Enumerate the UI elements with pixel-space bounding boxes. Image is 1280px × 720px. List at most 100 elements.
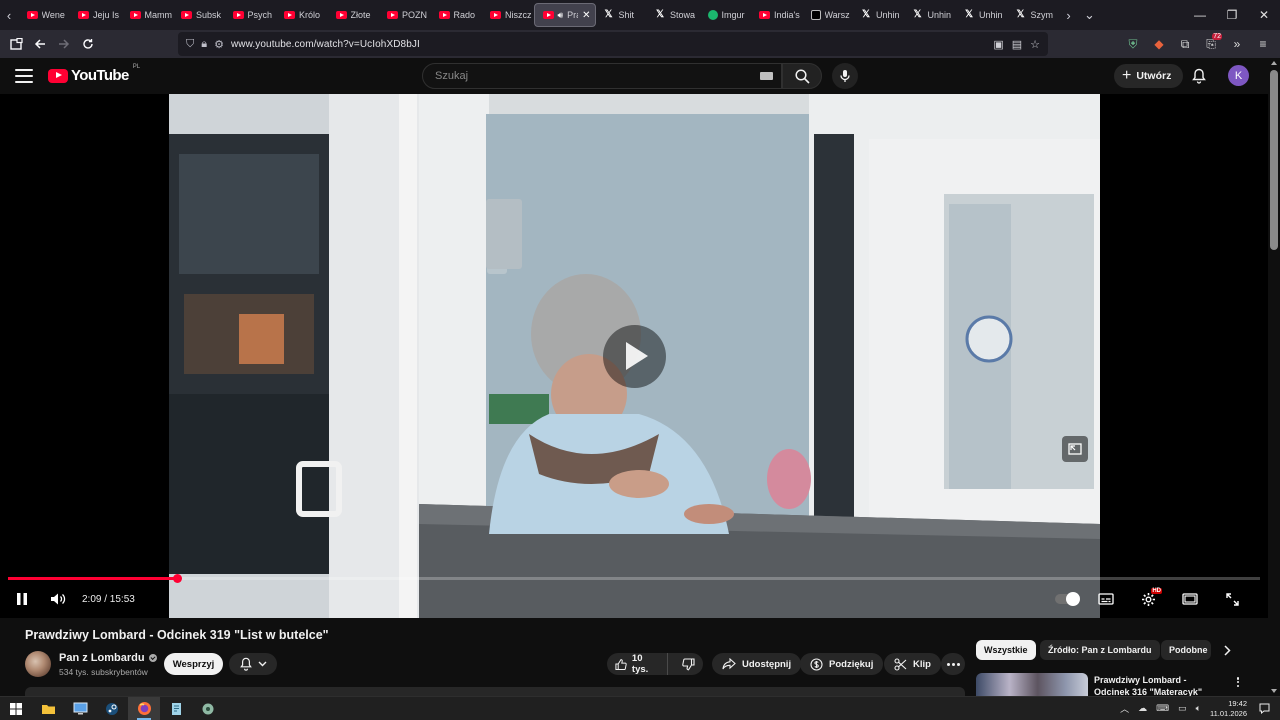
back-button[interactable] — [28, 32, 52, 56]
browser-tab[interactable]: Imgur — [700, 3, 751, 27]
center-play-button[interactable] — [603, 325, 666, 388]
search-input[interactable]: Szukaj — [422, 63, 782, 89]
browser-tab[interactable]: 𝕏 Stowa — [648, 3, 699, 27]
miniplayer-button[interactable] — [1062, 436, 1088, 462]
fullscreen-button[interactable] — [1218, 588, 1246, 610]
tracking-protection-icon[interactable]: ⛉ — [186, 38, 194, 51]
thanks-button[interactable]: Podziękuj — [800, 653, 884, 675]
taskbar-file-explorer[interactable] — [32, 697, 64, 720]
channel-avatar[interactable] — [25, 651, 51, 677]
browser-tab[interactable]: 𝕏 Shit — [597, 3, 648, 27]
taskbar-app-settings[interactable] — [192, 697, 224, 720]
reader-view-icon[interactable]: ▤ — [1012, 38, 1022, 51]
bookmark-star-icon[interactable]: ☆ — [1030, 38, 1040, 51]
keyboard-icon[interactable] — [760, 72, 773, 80]
app-menu-icon[interactable]: ≡ — [1252, 33, 1274, 55]
taskbar-app-notes[interactable] — [160, 697, 192, 720]
support-button[interactable]: Wesprzyj — [164, 653, 223, 675]
dislike-button[interactable] — [674, 653, 703, 675]
browser-tab[interactable]: 𝕏 Unhin — [906, 3, 957, 27]
close-tab-icon[interactable]: ✕ — [582, 10, 594, 21]
notifications-extension-icon[interactable]: ⎘ 72 — [1200, 33, 1222, 55]
channel-name[interactable]: Pan z Lombardu — [59, 652, 145, 664]
sidebar-toggle-button[interactable] — [4, 32, 28, 56]
subscription-notifications-button[interactable] — [229, 653, 277, 675]
channel-name-link[interactable]: Pan z Lombardu — [59, 652, 157, 664]
progress-scrubber-handle[interactable] — [173, 574, 183, 583]
picture-in-picture-icon[interactable]: ▣ — [993, 38, 1003, 51]
address-bar[interactable]: ⛉ 🔒︎ ⚙︎ www.youtube.com/watch?v=UcIohXD8… — [178, 32, 1048, 56]
progress-bar[interactable] — [8, 574, 1260, 583]
description-box[interactable] — [25, 687, 965, 696]
recommended-more-button[interactable] — [1232, 675, 1244, 689]
browser-tab[interactable]: 𝕏 Unhin — [854, 3, 905, 27]
network-icon[interactable]: ⌨ — [1156, 703, 1169, 714]
settings-button[interactable]: HD — [1134, 588, 1162, 610]
browser-tab[interactable]: POZN — [379, 3, 430, 27]
overflow-chevron-icon[interactable]: » — [1226, 33, 1248, 55]
recommended-video-title[interactable]: Prawdziwy Lombard - Odcinek 316 "Materac… — [1094, 674, 1222, 696]
minimize-button[interactable]: — — [1184, 0, 1216, 30]
permissions-icon[interactable]: ⚙︎ — [214, 38, 224, 51]
volume-button[interactable] — [44, 588, 72, 610]
url-text[interactable]: www.youtube.com/watch?v=UcIohXD8bJI — [231, 39, 420, 50]
clip-button[interactable]: Klip — [884, 653, 941, 675]
account-avatar[interactable]: K — [1228, 65, 1249, 86]
chip-related[interactable]: Podobne — [1161, 640, 1211, 660]
speaker-icon[interactable]: 🔊︎ — [558, 10, 564, 21]
fox-extension-icon[interactable]: ◆ — [1148, 33, 1170, 55]
chip-from-channel[interactable]: Źródło: Pan z Lombardu — [1040, 640, 1160, 660]
scrollbar-thumb[interactable] — [1270, 70, 1278, 250]
notification-center-button[interactable] — [1256, 701, 1272, 717]
browser-tab[interactable]: 𝕏 Szym — [1009, 3, 1060, 27]
taskbar-app-monitor[interactable] — [64, 697, 96, 720]
create-button[interactable]: + Utwórz — [1114, 64, 1184, 88]
search-button[interactable] — [782, 63, 822, 89]
browser-tab[interactable]: 🔊︎Pra ✕ — [533, 3, 596, 27]
autoplay-toggle[interactable] — [1054, 588, 1082, 610]
browser-tab[interactable]: Niszcz — [482, 3, 533, 27]
notifications-button[interactable] — [1189, 66, 1209, 86]
recommended-video-thumbnail[interactable] — [976, 673, 1088, 696]
browser-tab[interactable]: Psych — [225, 3, 276, 27]
list-all-tabs-button[interactable]: ⌄ — [1078, 0, 1102, 30]
tray-overflow-chevron-icon[interactable]: ︿ — [1120, 702, 1129, 715]
subtitles-button[interactable] — [1092, 588, 1120, 610]
browser-tab[interactable]: Jeju Is — [70, 3, 121, 27]
hamburger-menu-icon[interactable] — [14, 66, 34, 86]
scroll-down-arrow-icon[interactable] — [1271, 689, 1277, 693]
browser-tab[interactable]: Subsk — [173, 3, 224, 27]
page-scrollbar[interactable] — [1268, 58, 1280, 696]
lock-icon[interactable]: 🔒︎ — [201, 38, 207, 51]
shield-extension-icon[interactable]: ⛨ — [1122, 33, 1144, 55]
like-button[interactable]: 10 tys. — [607, 653, 668, 675]
cloud-icon[interactable]: ☁ — [1138, 703, 1147, 714]
theater-mode-button[interactable] — [1176, 588, 1204, 610]
tabs-scroll-right-button[interactable]: › — [1060, 0, 1078, 30]
chip-all[interactable]: Wszystkie — [976, 640, 1036, 660]
youtube-logo[interactable]: YouTube PL — [48, 64, 140, 84]
taskbar-firefox[interactable] — [128, 697, 160, 720]
close-window-button[interactable]: ✕ — [1248, 0, 1280, 30]
pause-button[interactable] — [8, 588, 36, 610]
chips-next-button[interactable] — [1219, 642, 1235, 658]
browser-tab[interactable]: Rado — [431, 3, 482, 27]
browser-tab[interactable]: Złote — [328, 3, 379, 27]
browser-tab[interactable]: Królo — [276, 3, 327, 27]
start-button[interactable] — [0, 697, 32, 720]
voice-search-button[interactable] — [832, 63, 858, 89]
taskbar-clock[interactable]: 19:42 11.01.2026 — [1210, 699, 1247, 719]
more-actions-button[interactable] — [941, 653, 965, 675]
taskbar-steam[interactable] — [96, 697, 128, 720]
browser-tab[interactable]: Mamm — [122, 3, 172, 27]
extensions-puzzle-icon[interactable]: ⧉ — [1174, 33, 1196, 55]
browser-tab[interactable]: Wene — [19, 3, 70, 27]
volume-tray-icon[interactable]: 🔈︎ — [1196, 703, 1201, 714]
browser-tab[interactable]: 𝕏 Unhin — [957, 3, 1008, 27]
tabs-scroll-left-button[interactable]: ‹ — [0, 0, 18, 30]
scroll-up-arrow-icon[interactable] — [1271, 61, 1277, 65]
browser-tab[interactable]: India's — [751, 3, 802, 27]
restore-button[interactable]: ❐ — [1216, 0, 1248, 30]
video-player[interactable]: 2:09 / 15:53 HD — [0, 94, 1268, 618]
browser-tab[interactable]: Warsz — [803, 3, 854, 27]
